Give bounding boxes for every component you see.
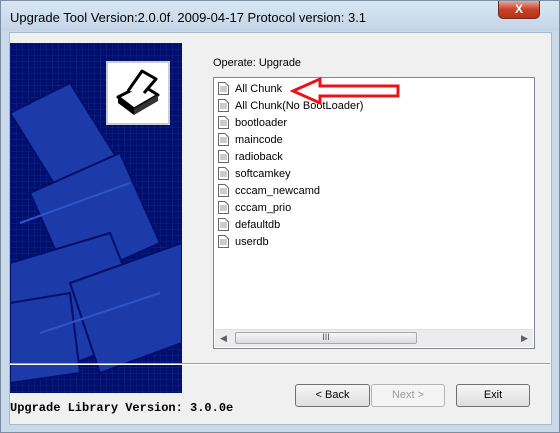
scroll-right-icon[interactable]: ▶	[516, 330, 533, 347]
list-item[interactable]: maincode	[218, 132, 283, 148]
exit-button[interactable]: Exit	[456, 384, 530, 407]
printer-icon	[116, 69, 160, 115]
horizontal-scrollbar[interactable]: ◀ III ▶	[215, 329, 533, 347]
file-icon	[218, 115, 229, 129]
file-icon	[218, 81, 229, 95]
list-item-label: softcamkey	[235, 168, 291, 180]
close-button[interactable]: X	[498, 1, 540, 19]
next-button[interactable]: Next >	[371, 384, 445, 407]
list-item-label: cccam_prio	[235, 202, 292, 214]
list-item[interactable]: radioback	[218, 149, 283, 165]
list-item[interactable]: softcamkey	[218, 166, 291, 182]
list-item[interactable]: bootloader	[218, 115, 287, 131]
file-icon	[218, 149, 229, 163]
list-item-label: maincode	[235, 134, 283, 146]
back-button[interactable]: < Back	[295, 384, 370, 407]
banner-image	[10, 43, 182, 393]
divider	[10, 363, 550, 365]
list-item[interactable]: cccam_newcamd	[218, 183, 320, 199]
list-item-label: defaultdb	[235, 219, 281, 231]
chunk-listbox[interactable]: All Chunk All Chunk(No BootLoader) bootl…	[213, 77, 535, 349]
file-icon	[218, 132, 229, 146]
file-icon	[218, 200, 229, 214]
operate-label: Operate: Upgrade	[213, 57, 302, 69]
file-icon	[218, 98, 229, 112]
list-item-label: All Chunk	[235, 83, 283, 95]
list-item-label: cccam_newcamd	[235, 185, 320, 197]
list-item-label: radioback	[235, 151, 283, 163]
title-bar[interactable]: Upgrade Tool Version:2.0.0f. 2009-04-17 …	[1, 1, 559, 31]
list-item[interactable]: userdb	[218, 234, 269, 250]
list-item[interactable]: All Chunk	[218, 81, 282, 97]
file-icon	[218, 217, 229, 231]
scroll-left-icon[interactable]: ◀	[215, 330, 232, 347]
upgrade-tool-window: Upgrade Tool Version:2.0.0f. 2009-04-17 …	[0, 0, 560, 433]
library-version: Upgrade Library Version: 3.0.0e	[10, 401, 234, 415]
logo-box	[106, 61, 170, 125]
file-icon	[218, 234, 229, 248]
list-item-label: bootloader	[235, 117, 287, 129]
file-icon	[218, 183, 229, 197]
list-item[interactable]: cccam_prio	[218, 200, 291, 216]
file-icon	[218, 166, 229, 180]
list-item[interactable]: defaultdb	[218, 217, 280, 233]
wizard-body: Operate: Upgrade All Chunk All Chunk(No …	[9, 32, 552, 425]
window-title: Upgrade Tool Version:2.0.0f. 2009-04-17 …	[10, 10, 367, 25]
red-annotation-arrow-icon	[290, 76, 400, 106]
scroll-thumb[interactable]: III	[235, 332, 417, 344]
list-item-label: userdb	[235, 236, 269, 248]
